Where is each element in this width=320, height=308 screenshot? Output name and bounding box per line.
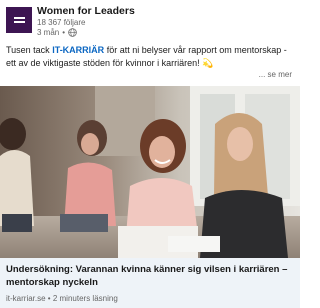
follower-count: 18 367 följare (37, 18, 86, 27)
logo-mark (14, 21, 25, 23)
logo-mark (14, 17, 25, 19)
post-meta: 3 mån • (37, 28, 77, 37)
post-header: Women for Leaders 18 367 följare 3 mån • (0, 0, 300, 40)
globe-icon (68, 28, 77, 37)
post-text-start: Tusen tack (6, 45, 53, 55)
read-time: 2 minuters läsning (52, 294, 118, 303)
article-meta: it-karriar.se • 2 minuters läsning (6, 294, 118, 303)
meta-separator: • (62, 28, 66, 37)
author-name[interactable]: Women for Leaders (37, 5, 135, 17)
link-preview-card[interactable]: Undersökning: Varannan kvinna känner sig… (0, 258, 300, 308)
post-body: Tusen tack IT-KARRIÄR för att ni belyser… (6, 44, 296, 69)
article-title[interactable]: Undersökning: Varannan kvinna känner sig… (6, 263, 296, 289)
sparkle-emoji: 💫 (202, 57, 214, 68)
article-domain: it-karriar.se (6, 294, 46, 303)
see-more-link[interactable]: ... se mer (259, 70, 292, 79)
company-logo[interactable] (6, 7, 32, 33)
meta-separator: • (47, 294, 51, 303)
mention-link[interactable]: IT-KARRIÄR (52, 45, 104, 55)
post-age: 3 mån (37, 28, 60, 37)
photo-illustration (0, 86, 300, 258)
article-photo[interactable] (0, 86, 300, 258)
